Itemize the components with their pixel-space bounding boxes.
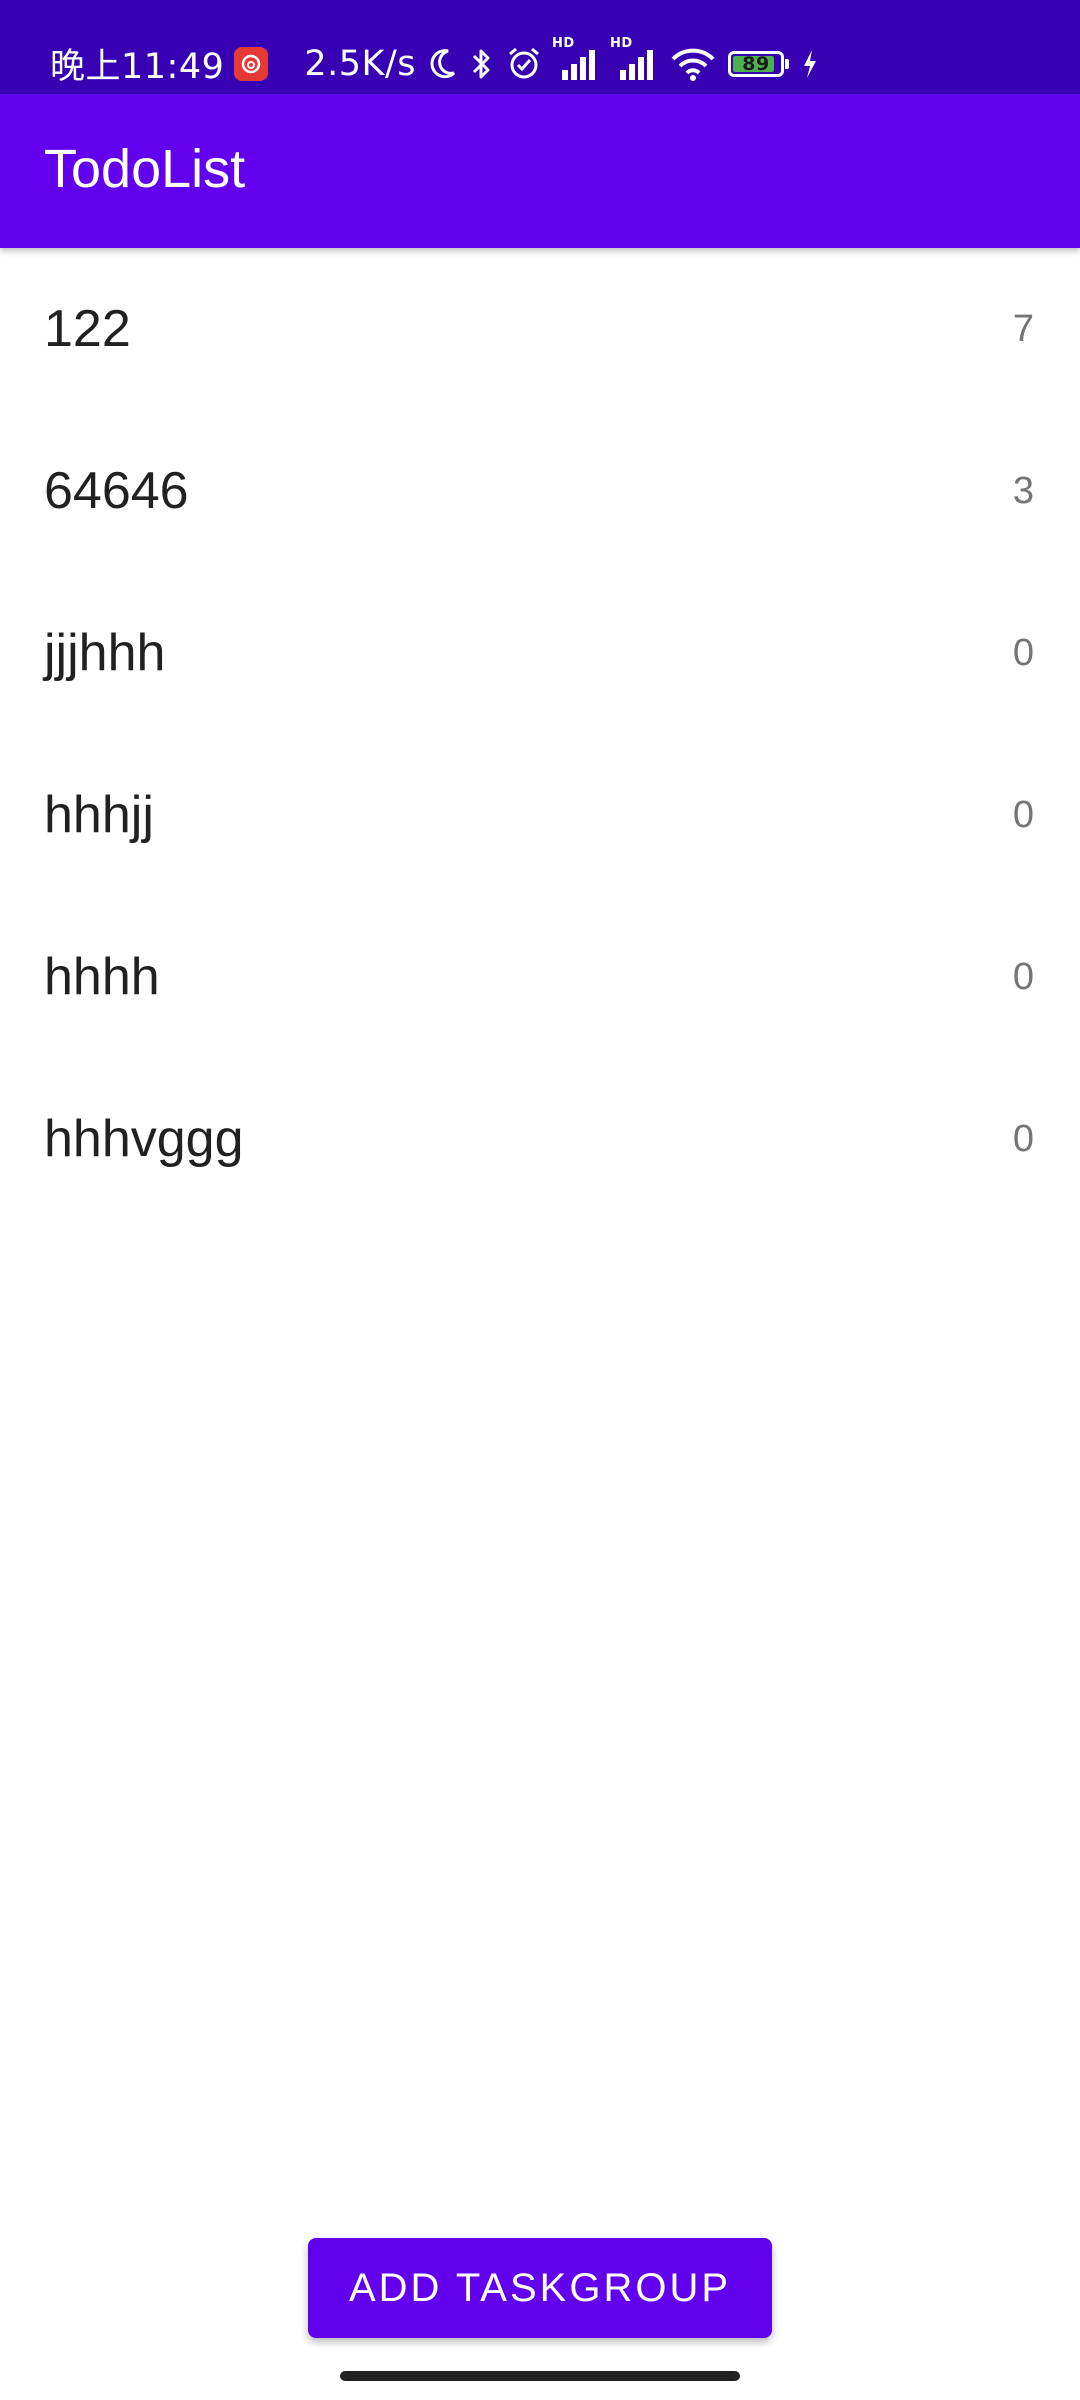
charging-icon — [804, 49, 817, 78]
task-group-list[interactable]: 122 7 64646 3 jjjhhh 0 hhhjj 0 hhhh 0 hh… — [0, 248, 1080, 1220]
moon-icon — [430, 48, 456, 78]
list-item[interactable]: jjjhhh 0 — [0, 572, 1080, 734]
bluetooth-icon — [472, 49, 490, 78]
list-item[interactable]: 64646 3 — [0, 410, 1080, 572]
wifi-icon — [671, 48, 715, 81]
alarm-icon — [509, 47, 539, 78]
task-count: 7 — [1012, 307, 1034, 350]
page-title: TodoList — [44, 139, 246, 199]
task-group-name: hhhh — [44, 948, 160, 1006]
netease-music-icon — [234, 46, 269, 81]
task-group-name: jjjhhh — [44, 624, 166, 682]
task-group-name: hhhvggg — [44, 1110, 244, 1168]
task-group-name: 64646 — [44, 462, 189, 520]
task-count: 0 — [1012, 793, 1034, 836]
status-time: 晚上11:49 — [50, 47, 225, 87]
list-item[interactable]: hhhjj 0 — [0, 734, 1080, 896]
status-bar-content: 晚上11:49 2.5K/s HD HD 89 — [50, 36, 819, 89]
network-speed: 2.5K/s — [304, 43, 417, 84]
battery-icon: 89 — [728, 50, 790, 77]
list-item[interactable]: hhhh 0 — [0, 896, 1080, 1058]
task-count: 3 — [1012, 469, 1034, 512]
task-group-name: hhhjj — [44, 786, 154, 844]
status-icons: HD HD 89 — [428, 36, 819, 82]
task-group-name: 122 — [44, 300, 131, 358]
app-bar: TodoList — [0, 94, 1080, 248]
add-taskgroup-button[interactable]: ADD TASKGROUP — [308, 2238, 772, 2338]
home-indicator[interactable] — [340, 2371, 740, 2381]
signal-hd-icon: HD — [552, 36, 600, 80]
task-count: 0 — [1012, 631, 1034, 674]
task-count: 0 — [1012, 1117, 1034, 1160]
battery-level: 89 — [742, 52, 770, 75]
status-bar: 晚上11:49 2.5K/s HD HD 89 — [0, 0, 1080, 94]
list-item[interactable]: 122 7 — [0, 248, 1080, 410]
list-item[interactable]: hhhvggg 0 — [0, 1058, 1080, 1220]
task-count: 0 — [1012, 955, 1034, 998]
signal-hd-icon: HD — [610, 36, 658, 80]
